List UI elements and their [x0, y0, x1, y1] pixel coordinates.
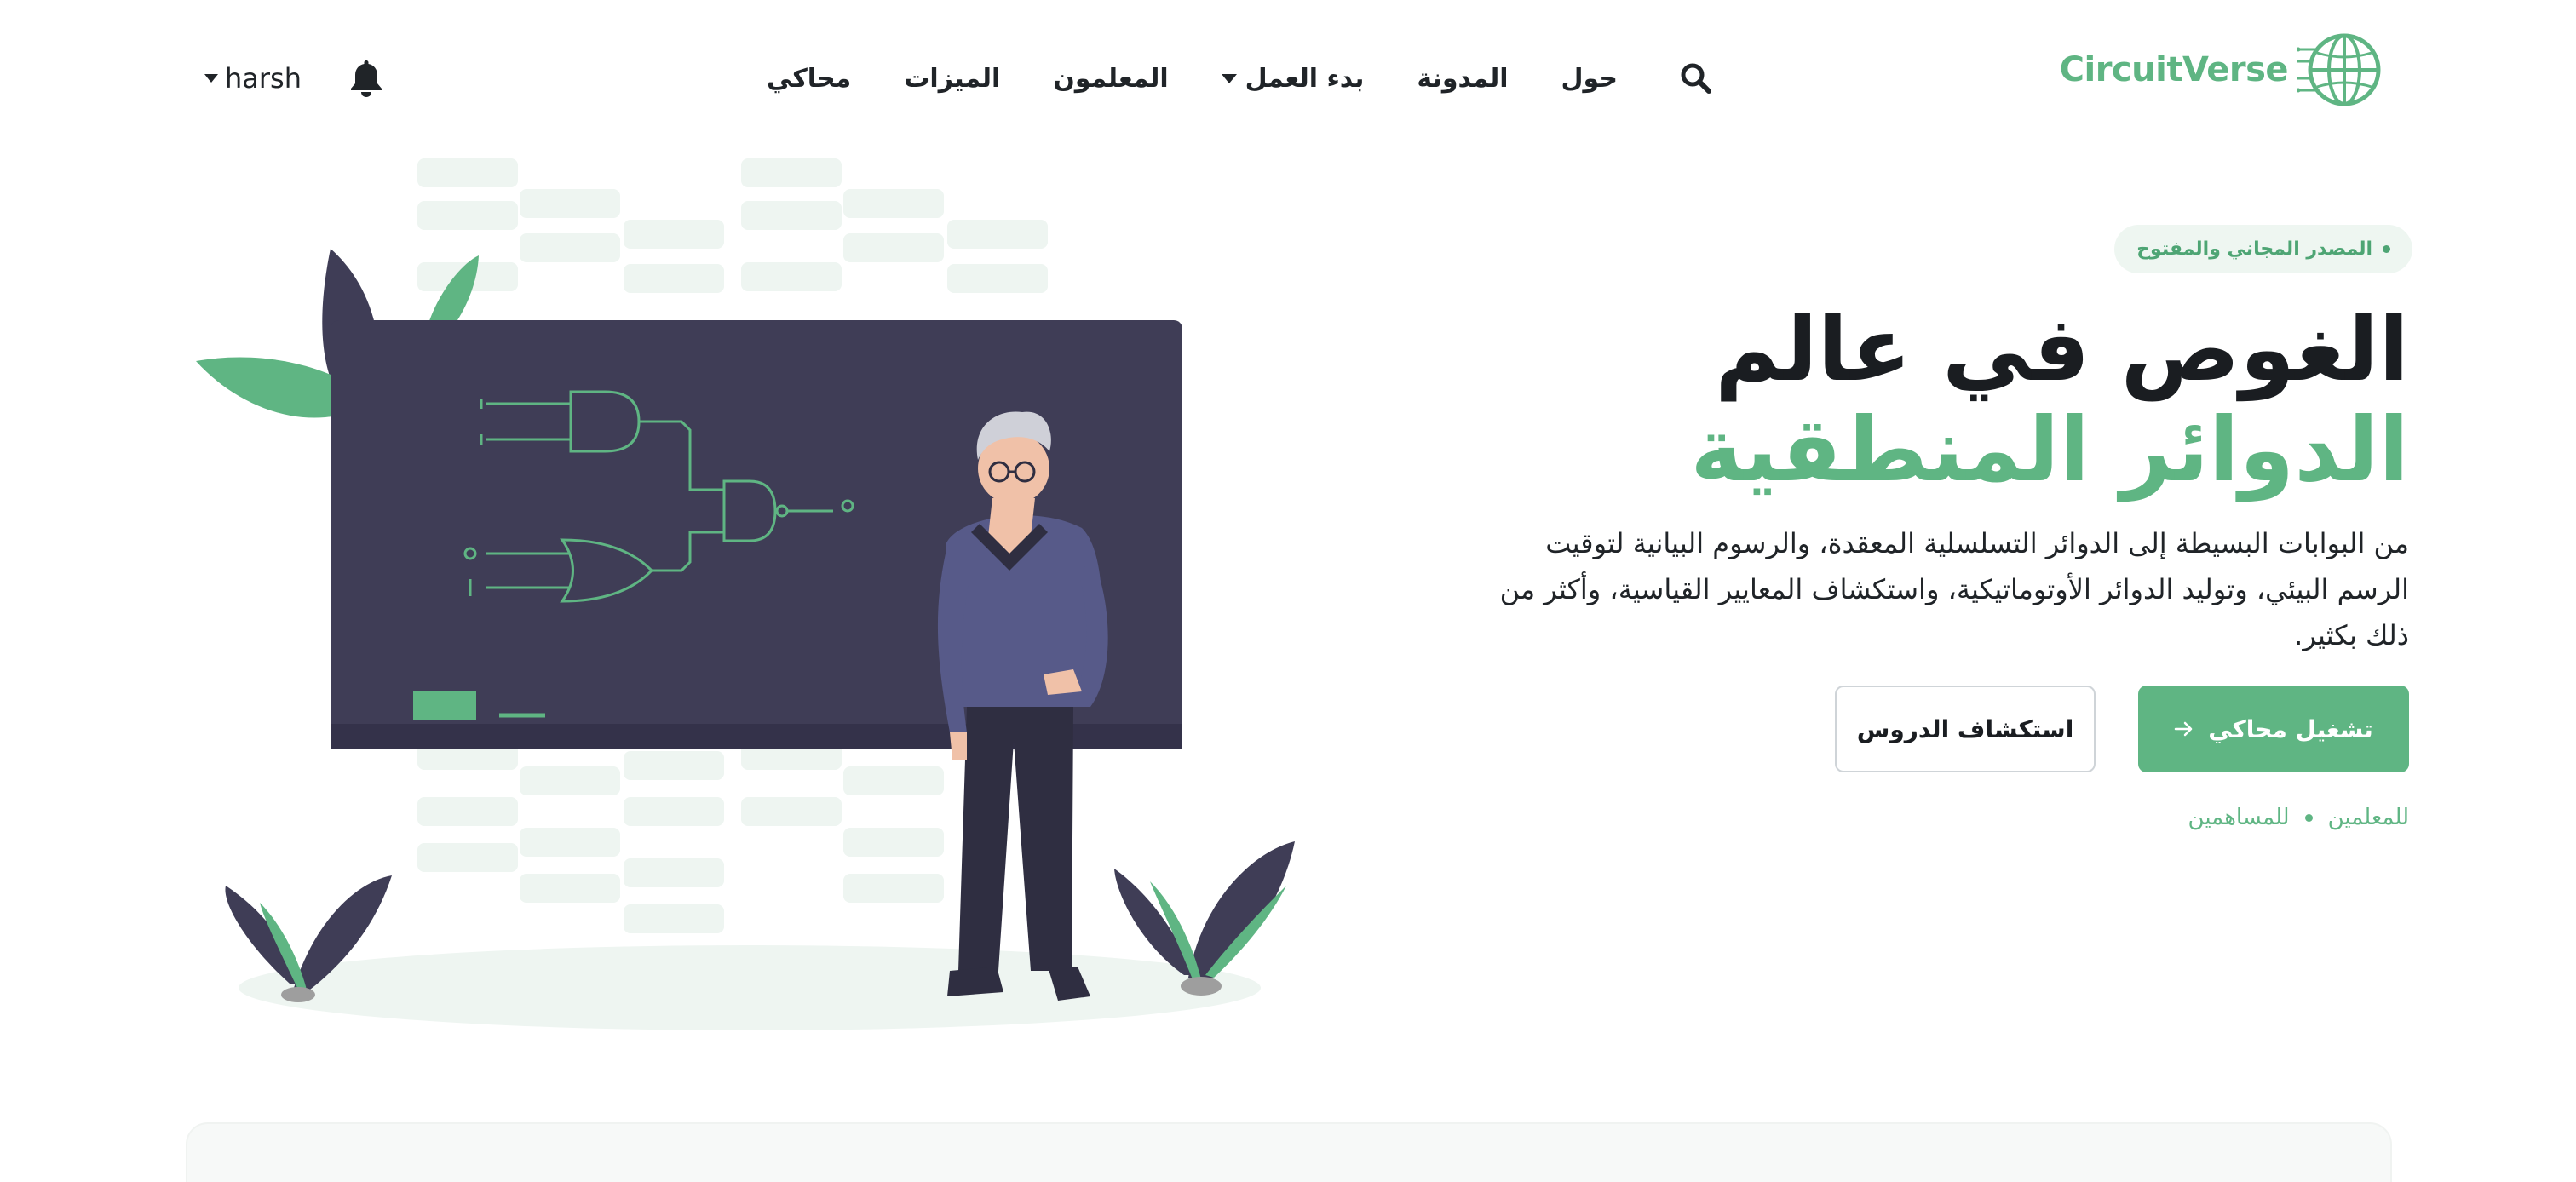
user-area: harsh — [204, 51, 387, 106]
main-nav: محاكي الميزات المعلمون بدء العمل المدونة… — [767, 53, 1722, 104]
nav-about[interactable]: حول — [1561, 64, 1618, 94]
open-source-badge: المصدر المجاني والمفتوح — [2114, 225, 2412, 273]
chevron-down-icon — [204, 74, 218, 83]
features-card-top — [186, 1122, 2392, 1182]
nav-teachers[interactable]: المعلمون — [1053, 64, 1168, 94]
hero-headline-line1: الغوص في عالم — [1715, 297, 2409, 401]
badge-text: المصدر المجاني والمفتوح — [2136, 238, 2372, 260]
for-teachers-link[interactable]: للمعلمين — [2328, 805, 2409, 830]
hero-content: المصدر المجاني والمفتوح الغوص في عالم ال… — [1498, 225, 2412, 830]
search-button[interactable] — [1670, 53, 1722, 104]
nav-blog[interactable]: المدونة — [1417, 64, 1508, 94]
brand-link[interactable]: CircuitVerse — [2060, 27, 2382, 112]
separator-dot — [2304, 813, 2313, 822]
bell-icon — [351, 60, 382, 97]
notifications-button[interactable] — [346, 55, 387, 102]
hero-illustration — [196, 158, 1295, 1030]
navbar: CircuitVerse محاكي الميزات المعلمون بدء … — [0, 0, 2576, 158]
explore-tutorials-button[interactable]: استكشاف الدروس — [1835, 686, 2096, 772]
arrow-right-icon — [2174, 721, 2193, 737]
nav-features[interactable]: الميزات — [904, 64, 1000, 94]
search-icon — [1681, 63, 1711, 94]
circuit-globe-icon — [2297, 33, 2381, 106]
nav-features-label: الميزات — [904, 63, 1001, 94]
for-contributors-link[interactable]: للمساهمين — [2188, 805, 2290, 830]
nav-about-label: حول — [1561, 63, 1618, 94]
floor-shadow — [239, 945, 1261, 1030]
audience-links: للمعلمين للمساهمين — [1498, 805, 2409, 830]
nav-blog-label: المدونة — [1417, 63, 1509, 94]
nav-simulator[interactable]: محاكي — [767, 64, 851, 94]
hero-description: من البوابات البسيطة إلى الدوائر التسلسلي… — [1499, 527, 2409, 651]
brand-name: CircuitVerse — [2059, 50, 2289, 89]
user-name: harsh — [225, 62, 302, 95]
chalk-eraser — [413, 691, 476, 720]
cta-row: تشغيل محاكي استكشاف الدروس — [1498, 686, 2409, 772]
user-menu[interactable]: harsh — [204, 62, 302, 95]
hero-headline-line2: الدوائر المنطقية — [1690, 398, 2409, 502]
nav-teachers-label: المعلمون — [1053, 63, 1169, 94]
nav-getting-started[interactable]: بدء العمل — [1221, 63, 1365, 94]
nav-simulator-label: محاكي — [767, 63, 852, 94]
launch-simulator-label: تشغيل محاكي — [2208, 714, 2373, 743]
badge-dot — [2383, 245, 2390, 253]
launch-simulator-button[interactable]: تشغيل محاكي — [2138, 686, 2409, 772]
nav-getting-started-label: بدء العمل — [1245, 63, 1365, 94]
chevron-down-icon — [1221, 73, 1237, 83]
